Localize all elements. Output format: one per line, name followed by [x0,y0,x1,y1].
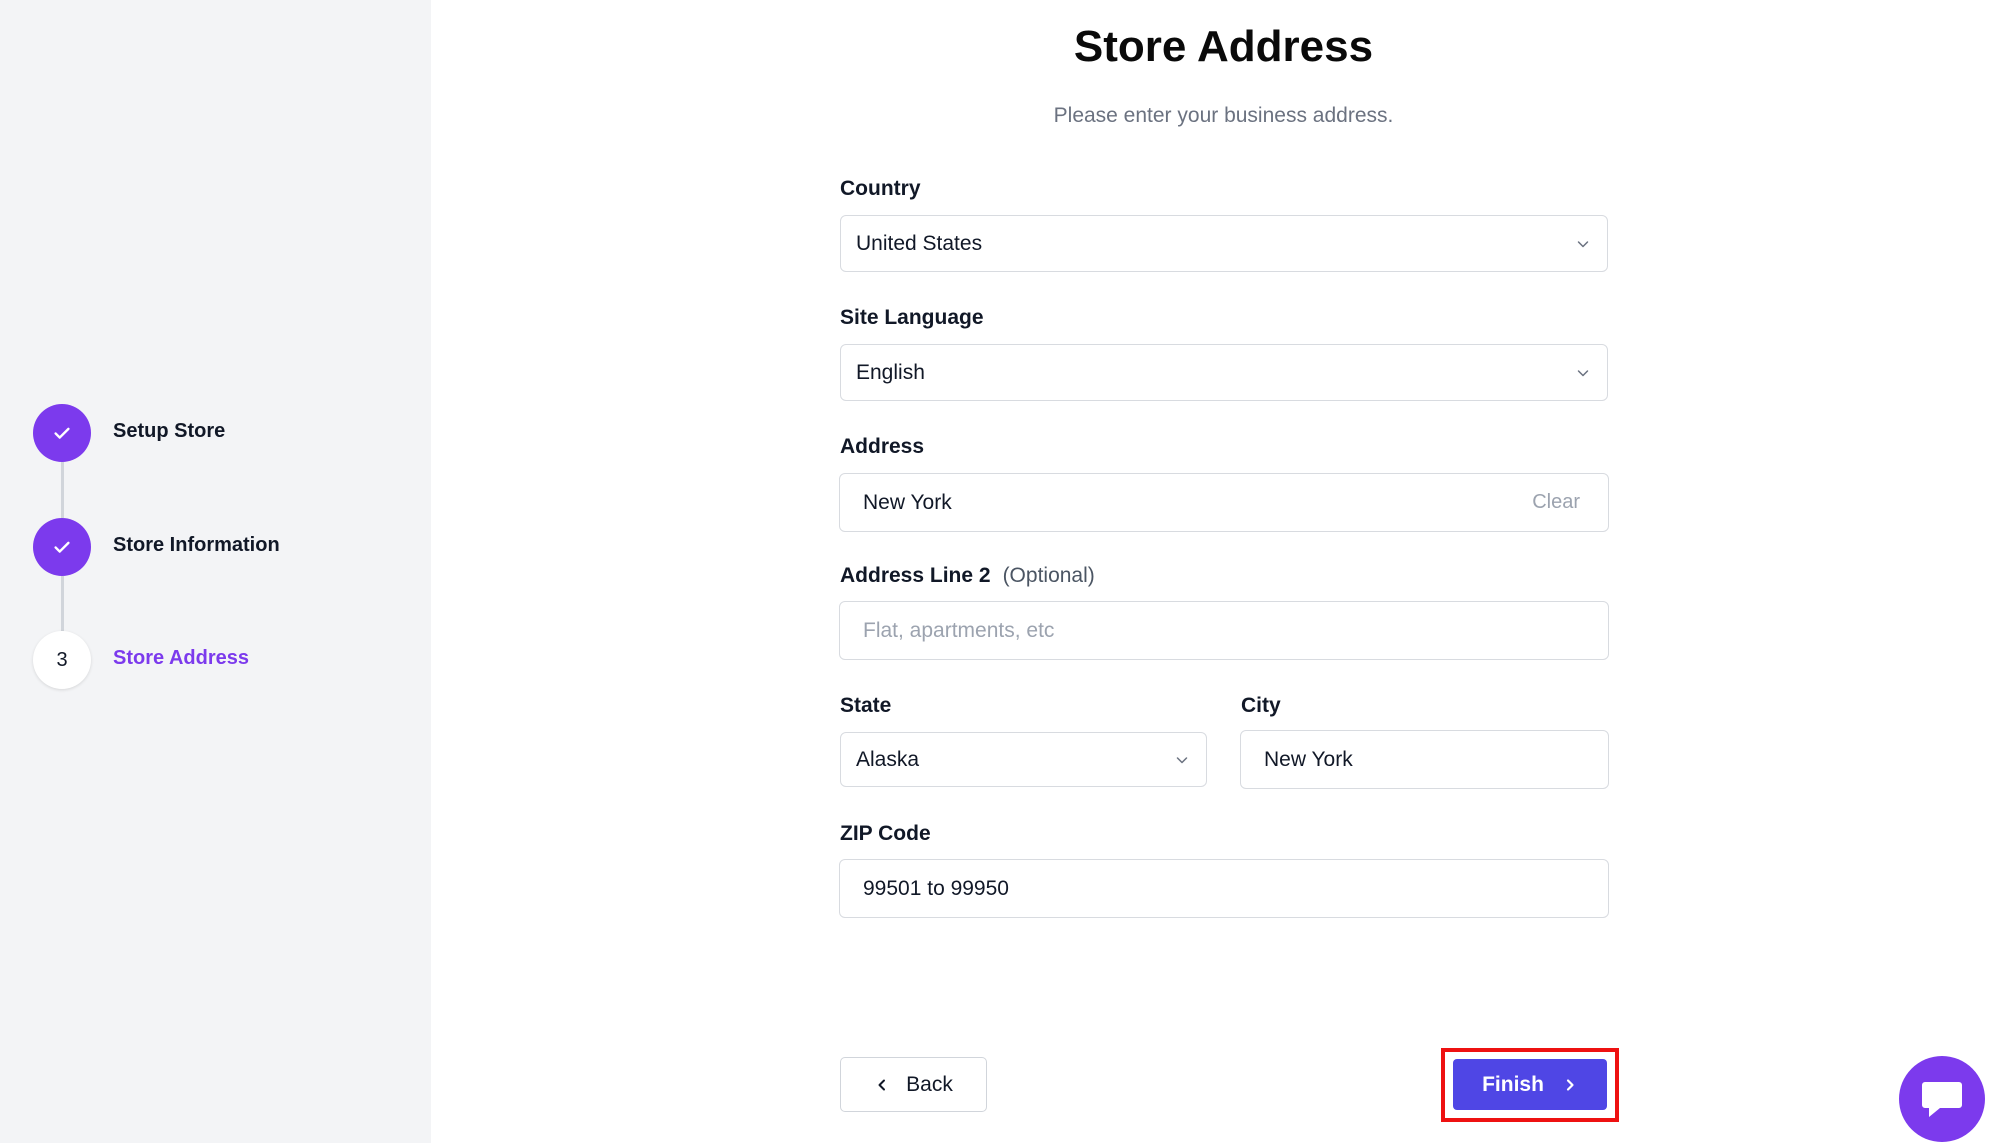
optional-label: (Optional) [1002,564,1095,587]
zip-code-field[interactable]: 99501 to 99950 [839,859,1609,918]
chat-icon [1922,1082,1962,1117]
step-1-indicator [33,404,91,462]
check-icon [54,427,70,439]
page-subtitle: Please enter your business address. [1053,104,1394,127]
finish-button-label: Finish [1482,1072,1544,1096]
zip-code-value: 99501 to 99950 [863,876,1009,900]
country-label: Country [840,177,921,200]
clear-button[interactable]: Clear [1532,491,1580,514]
address-value: New York [863,490,952,514]
zip-code-label: ZIP Code [840,822,931,845]
chevron-down-icon [1577,240,1589,247]
chevron-left-icon [878,1079,886,1090]
sidebar: Setup Store Store Information 3 Store Ad… [0,0,431,1143]
step-connector [61,575,64,631]
state-value: Alaska [856,747,920,771]
step-label: Setup Store [113,420,226,442]
chevron-down-icon [1176,756,1188,763]
state-select[interactable]: Alaska [840,732,1207,787]
chevron-right-icon [1566,1078,1574,1091]
site-language-select[interactable]: English [840,344,1608,401]
back-button[interactable]: Back [840,1057,987,1112]
step-3-indicator: 3 [33,631,91,689]
step-label: Store Information [113,533,280,556]
address-field[interactable]: New York Clear [839,473,1609,532]
step-label: Store Address [113,647,249,669]
city-value: New York [1264,747,1353,771]
check-icon [54,541,70,553]
address-line-2-field[interactable]: Flat, apartments, etc [839,601,1609,660]
city-label: City [1241,694,1281,717]
finish-button[interactable]: Finish [1453,1059,1607,1110]
address-line-2-label: Address Line 2 (Optional) [840,564,1095,588]
site-language-label: Site Language [840,306,984,329]
city-field[interactable]: New York [1240,730,1609,789]
site-language-value: English [856,360,925,384]
country-select[interactable]: United States [840,215,1608,272]
chevron-down-icon [1577,369,1589,376]
address-label: Address [840,435,925,458]
page-title: Store Address [1073,22,1374,71]
back-button-label: Back [906,1072,953,1096]
chat-button[interactable] [1899,1056,1985,1142]
step-connector [61,462,64,518]
country-value: United States [856,231,983,255]
address-line-2-label-text: Address Line 2 [840,564,991,587]
state-label: State [840,694,892,717]
address-line-2-placeholder: Flat, apartments, etc [863,618,1055,642]
step-2-indicator [33,517,91,576]
